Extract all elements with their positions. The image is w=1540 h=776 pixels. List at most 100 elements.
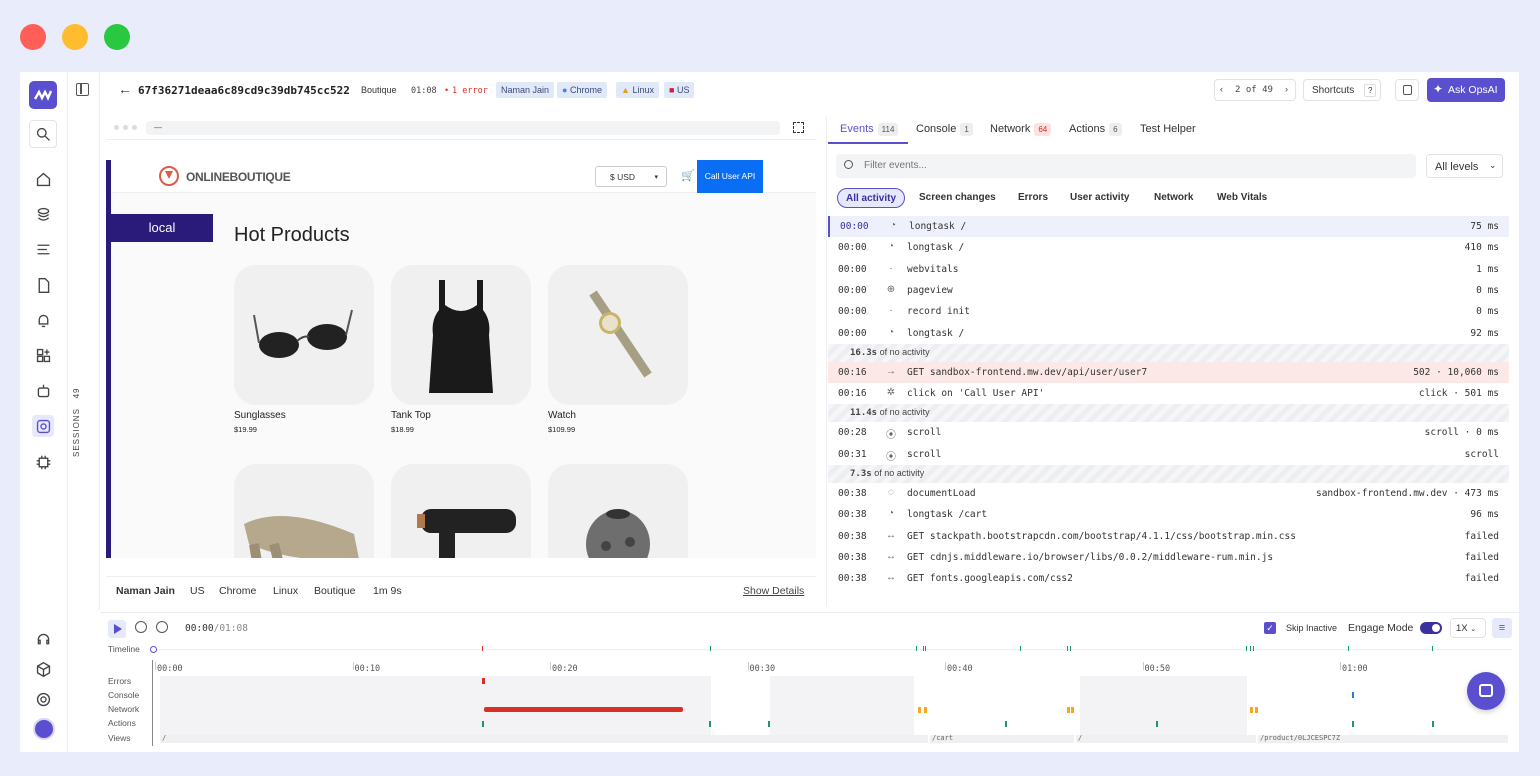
event-row[interactable]: 00:28 ⦿ scroll scroll · 0 ms (828, 422, 1509, 443)
header-errors[interactable]: 1 error (452, 86, 488, 96)
network-marker[interactable] (1067, 707, 1070, 713)
cart-icon[interactable]: 🛒 (681, 169, 695, 182)
action-marker[interactable] (1156, 721, 1158, 727)
timeline-scrubber[interactable] (150, 646, 157, 653)
tab-console[interactable]: Console 1 (916, 123, 973, 136)
play-button[interactable] (108, 620, 126, 638)
chip-browser[interactable]: ● Chrome (557, 82, 607, 98)
speed-select[interactable]: 1X ⌄ (1450, 618, 1486, 638)
timeline-marker[interactable] (1246, 646, 1247, 651)
robot-icon[interactable] (32, 380, 54, 402)
action-marker[interactable] (1005, 721, 1007, 727)
action-marker[interactable] (1432, 721, 1434, 727)
chip-os[interactable]: ▲ Linux (616, 82, 659, 98)
ask-opsai-button[interactable]: ✦ Ask OpsAI (1427, 78, 1505, 102)
search-icon[interactable] (29, 120, 57, 148)
timeline-marker[interactable] (1432, 646, 1433, 651)
timeline-marker[interactable] (925, 646, 926, 651)
event-row[interactable]: 00:00 ◔ longtask / 92 ms (828, 323, 1509, 344)
headset-icon[interactable] (32, 628, 54, 650)
product-name[interactable]: Sunglasses (234, 410, 286, 421)
event-row[interactable]: 00:00 ◔ longtask / 75 ms (828, 216, 1509, 237)
timeline-marker[interactable] (1253, 646, 1254, 651)
console-marker[interactable] (1352, 692, 1354, 698)
levels-select[interactable]: All levels ⌄ (1426, 154, 1503, 178)
event-row[interactable]: 00:00 ⊕ pageview 0 ms (828, 280, 1509, 301)
back-arrow-icon[interactable]: ← (118, 81, 132, 97)
app-logo[interactable] (29, 81, 57, 109)
document-icon[interactable] (32, 274, 54, 296)
call-user-api-button[interactable]: Call User API (697, 160, 763, 193)
network-error-bar[interactable] (484, 707, 683, 712)
event-row[interactable]: 00:38 ◔ longtask /cart 96 ms (828, 504, 1509, 525)
action-marker[interactable] (482, 721, 484, 727)
window-close-button[interactable] (20, 24, 46, 50)
shortcuts-button[interactable]: Shortcuts ? (1303, 79, 1381, 101)
window-maximize-button[interactable] (104, 24, 130, 50)
chip-icon[interactable] (32, 451, 54, 473)
event-row[interactable]: 00:00 ◔ longtask / 410 ms (828, 237, 1509, 258)
cube-icon[interactable] (32, 658, 54, 680)
chip-user[interactable]: Naman Jain (496, 82, 555, 98)
event-row[interactable]: 00:16 → GET sandbox-frontend.mw.dev/api/us… (828, 361, 1509, 383)
product-image-sunglasses[interactable] (234, 265, 374, 405)
rewind-icon[interactable] (135, 621, 147, 633)
product-image-tank-top[interactable] (391, 265, 531, 405)
action-marker[interactable] (768, 721, 770, 727)
filter-pill-web-vitals[interactable]: Web Vitals (1209, 188, 1275, 208)
filter-pill-errors[interactable]: Errors (1010, 188, 1056, 208)
network-marker[interactable] (1255, 707, 1258, 713)
product-name[interactable]: Watch (548, 410, 576, 421)
tab-network[interactable]: Network 64 (990, 123, 1052, 136)
filter-pill-user-activity[interactable]: User activity (1062, 188, 1137, 208)
event-row[interactable]: 00:00 · webvitals 1 ms (828, 259, 1509, 280)
forward-icon[interactable] (156, 621, 168, 633)
engage-mode-toggle[interactable] (1420, 622, 1442, 634)
filter-events-input[interactable]: Filter events... (836, 154, 1416, 178)
filter-pill-network[interactable]: Network (1146, 188, 1201, 208)
timeline-marker[interactable] (923, 646, 924, 651)
home-icon[interactable] (32, 168, 54, 190)
action-marker[interactable] (709, 721, 711, 727)
bell-icon[interactable] (32, 309, 54, 331)
tab-test-helper[interactable]: Test Helper (1140, 123, 1196, 135)
network-marker[interactable] (918, 707, 921, 713)
chip-country[interactable]: ■ US (664, 82, 695, 98)
product-name[interactable]: Tank Top (391, 410, 431, 421)
event-row[interactable]: 00:38 ↔ GET cdnjs.middleware.io/browser/li… (828, 547, 1509, 568)
event-row[interactable]: 00:31 ⦿ scroll scroll (828, 444, 1509, 465)
network-marker[interactable] (1250, 707, 1253, 713)
tab-actions[interactable]: Actions 6 (1069, 123, 1122, 136)
window-minimize-button[interactable] (62, 24, 88, 50)
action-marker[interactable] (1352, 721, 1354, 727)
timeline-marker[interactable] (710, 646, 711, 651)
sessions-strip[interactable]: SESSIONS 49 (68, 72, 100, 610)
copy-icon[interactable] (1395, 79, 1419, 101)
network-marker[interactable] (924, 707, 927, 713)
event-row[interactable]: 00:16 ✲ click on 'Call User API' click · 50… (828, 383, 1509, 404)
filter-pill-screen-changes[interactable]: Screen changes (911, 188, 1004, 208)
timeline-marker[interactable] (1020, 646, 1021, 651)
session-replay-icon[interactable] (32, 415, 54, 437)
timeline-marker[interactable] (482, 646, 483, 651)
next-session-icon[interactable]: › (1285, 84, 1288, 94)
list-icon[interactable] (32, 238, 54, 260)
product-image-watch[interactable] (548, 265, 688, 405)
layers-icon[interactable] (32, 203, 54, 225)
skip-inactive-checkbox[interactable]: ✓ (1264, 622, 1276, 634)
tab-events[interactable]: Events 114 (840, 123, 899, 136)
timeline-marker[interactable] (1070, 646, 1071, 651)
url-bar[interactable]: — (146, 121, 780, 135)
collapse-panel-icon[interactable] (76, 83, 89, 96)
show-details-link[interactable]: Show Details (743, 585, 804, 597)
event-row[interactable]: 00:00 · record init 0 ms (828, 301, 1509, 322)
timeline-marker[interactable] (1067, 646, 1068, 651)
product-image-loafers[interactable] (234, 464, 374, 558)
event-row[interactable]: 00:38 ◌ documentLoad sandbox-frontend.mw.de… (828, 483, 1509, 504)
timeline-marker[interactable] (1250, 646, 1251, 651)
avatar[interactable] (33, 718, 55, 740)
event-row[interactable]: 00:38 ↔ GET stackpath.bootstrapcdn.com/boo… (828, 526, 1509, 547)
filter-pill-all-activity[interactable]: All activity (837, 188, 906, 208)
product-image-hair-dryer[interactable] (391, 464, 531, 558)
chat-launcher-button[interactable] (1467, 672, 1505, 710)
